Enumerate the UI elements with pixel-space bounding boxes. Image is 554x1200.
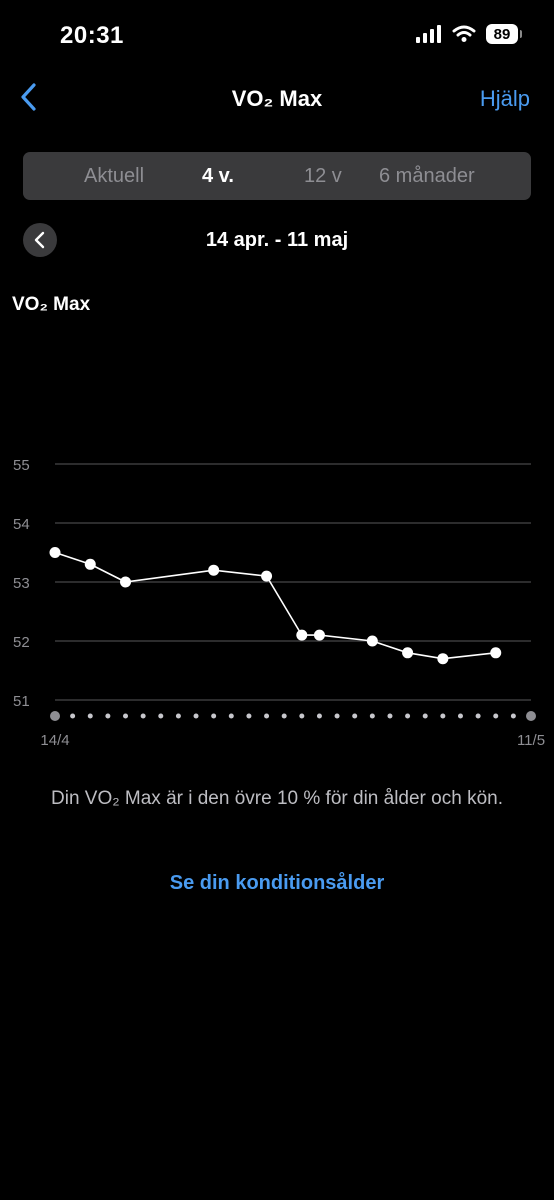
x-axis-day-dot: [510, 713, 516, 719]
period-segmented-control: Aktuell 4 v. 12 v 6 månader: [23, 152, 531, 200]
x-axis-day-dot: [87, 713, 93, 719]
segment-6-months[interactable]: 6 månader: [379, 152, 475, 200]
x-axis-day-dot: [246, 713, 252, 719]
x-axis-day-dot: [264, 713, 270, 719]
series-line: [54, 551, 496, 660]
data-point: [120, 576, 132, 588]
x-axis-day-dot: [175, 713, 181, 719]
x-axis-day-dot: [457, 713, 463, 719]
x-axis-day-dot: [299, 713, 305, 719]
x-axis-day-dot: [475, 713, 481, 719]
status-icons: 89: [416, 24, 522, 44]
data-point: [490, 647, 502, 659]
x-tick-label: 11/5: [517, 732, 545, 749]
y-tick-label: 54: [13, 516, 30, 533]
y-tick-label: 52: [13, 634, 30, 651]
vo2max-line-chart: 51 52 53 54 55 14/4 11/5: [13, 457, 545, 749]
help-button[interactable]: Hjälp: [480, 86, 530, 112]
x-axis-day-dot: [316, 713, 322, 719]
x-axis-day-dot: [405, 713, 411, 719]
data-point: [261, 570, 273, 582]
x-axis-day-dot: [158, 713, 164, 719]
x-axis-day-dot: [228, 713, 234, 719]
fitness-age-link[interactable]: Se din konditionsålder: [0, 872, 554, 895]
date-range-label: 14 apr. - 11 maj: [205, 229, 349, 251]
x-axis-day-dot: [193, 713, 199, 719]
y-tick-label: 53: [13, 575, 30, 592]
y-tick-label: 51: [13, 693, 30, 710]
x-axis-day-dot: [422, 713, 428, 719]
x-axis-day-dot: [352, 713, 358, 719]
status-time: 20:31: [60, 22, 124, 49]
wifi-icon: [452, 25, 476, 42]
x-axis-day-dot: [369, 713, 375, 719]
battery-level: 89: [493, 25, 511, 43]
data-point: [437, 653, 449, 665]
data-point: [49, 547, 61, 558]
y-tick-label: 55: [13, 457, 30, 474]
x-axis-day-dot: [440, 713, 446, 719]
cellular-signal-icon: [416, 25, 441, 43]
data-point: [402, 647, 414, 659]
data-point: [84, 558, 96, 570]
x-axis-day-dot: [334, 713, 340, 719]
data-point: [208, 564, 220, 576]
x-axis-day-dot: [140, 713, 146, 719]
x-axis-day-dot: [281, 713, 287, 719]
x-tick-label: 14/4: [40, 732, 69, 749]
data-point: [366, 635, 378, 647]
x-axis-day-dot: [50, 711, 60, 721]
x-axis-day-dot: [70, 713, 76, 719]
x-axis-day-dot: [493, 713, 499, 719]
x-axis-day-dot: [211, 713, 217, 719]
page-title: VO₂ Max: [231, 86, 323, 111]
data-point: [313, 629, 325, 641]
segment-current[interactable]: Aktuell: [84, 152, 144, 200]
x-axis-day-dot: [123, 713, 129, 719]
battery-icon: 89: [486, 24, 522, 44]
x-axis-day-dot: [387, 713, 393, 719]
chart-title: VO₂ Max: [12, 294, 91, 315]
x-axis-day-dot: [105, 713, 111, 719]
segment-4-weeks[interactable]: 4 v.: [202, 152, 234, 200]
data-point: [296, 629, 308, 641]
summary-text: Din VO₂ Max är i den övre 10 % för din å…: [51, 788, 503, 809]
x-axis-day-dot: [526, 711, 536, 721]
segment-12-weeks[interactable]: 12 v: [304, 152, 342, 200]
